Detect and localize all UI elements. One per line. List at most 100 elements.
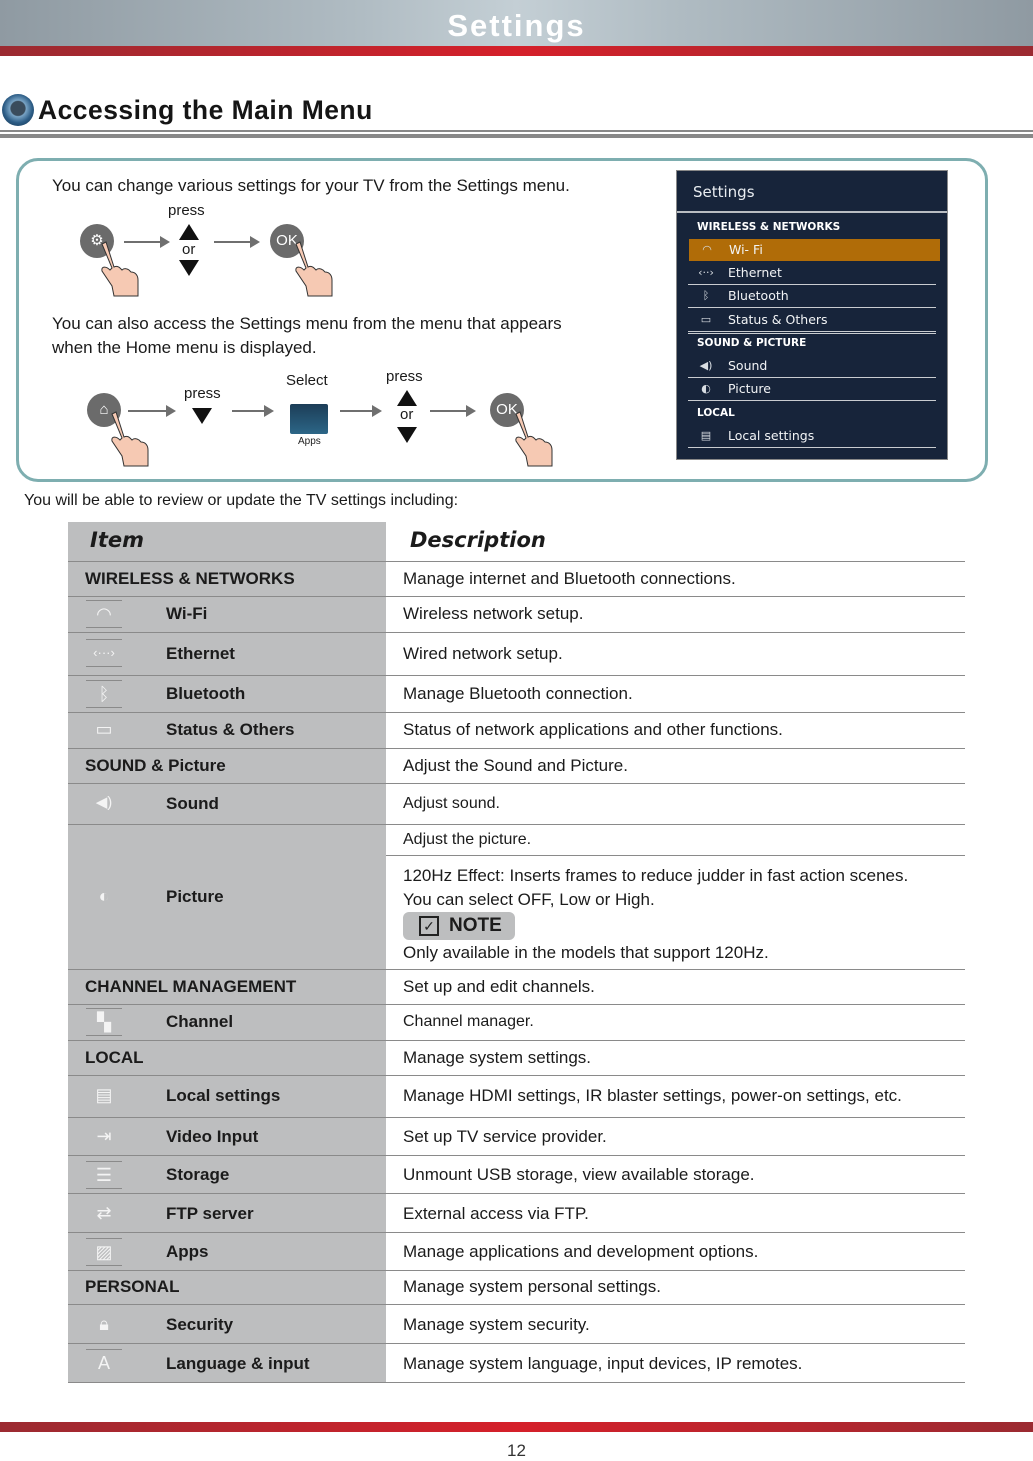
row-inner-rule: [386, 855, 965, 856]
tv-item-wifi[interactable]: ◠ Wi- Fi: [689, 239, 940, 261]
tv-item-status-others[interactable]: ▭ Status & Others: [688, 309, 936, 332]
table-row: ☰ Storage Unmount USB storage, view avai…: [68, 1156, 965, 1194]
row-desc: Manage system settings.: [403, 1048, 592, 1067]
header-item: Item: [90, 528, 144, 552]
row-item: Sound: [166, 794, 219, 813]
or-label: or: [400, 406, 414, 423]
pointing-hand-icon: [295, 241, 333, 297]
row-item: Status & Others: [166, 720, 295, 739]
pointing-hand-icon: [515, 411, 553, 467]
flow-arrow: [128, 405, 176, 417]
up-arrow-icon: [179, 224, 199, 240]
tv-item-label: Wi- Fi: [729, 242, 763, 257]
header-description: Description: [410, 528, 546, 552]
row-desc: Manage system security.: [403, 1315, 590, 1334]
table-row: ‹···› Ethernet Wired network setup.: [68, 633, 965, 676]
note-label: NOTE: [449, 915, 502, 936]
picture-icon: ◐: [98, 886, 110, 906]
row-item: CHANNEL MANAGEMENT: [85, 977, 297, 996]
tv-item-label: Picture: [728, 381, 771, 396]
table-row: A Language & input Manage system languag…: [68, 1344, 965, 1383]
table-row: ▭ Status & Others Status of network appl…: [68, 713, 965, 749]
row-desc: Manage internet and Bluetooth connection…: [403, 569, 736, 588]
row-item: PERSONAL: [85, 1277, 180, 1296]
row-item: Picture: [166, 887, 224, 906]
pointing-hand-icon: [111, 411, 149, 467]
row-item: Language & input: [166, 1354, 310, 1373]
down-arrow-icon: [179, 260, 199, 276]
apps-icon: ▨: [86, 1238, 122, 1266]
tv-section-sound-picture: SOUND & PICTURE: [697, 337, 807, 349]
local-settings-icon: ▤: [700, 429, 712, 442]
intro-line-2: You can also access the Settings menu fr…: [52, 314, 562, 333]
bluetooth-icon: ᛒ: [702, 289, 710, 302]
row-desc: Channel manager.: [403, 1013, 534, 1030]
tv-settings-menu: Settings WIRELESS & NETWORKS ◠ Wi- Fi ‹·…: [676, 170, 948, 460]
tv-item-label: Status & Others: [728, 312, 828, 327]
row-item: Security: [166, 1315, 234, 1334]
row-desc: Manage applications and development opti…: [403, 1242, 759, 1261]
row-desc: Set up TV service provider.: [403, 1127, 607, 1146]
tv-section-rule: [688, 333, 936, 334]
pointing-hand-icon: [101, 241, 139, 297]
row-desc: Manage system language, input devices, I…: [403, 1354, 803, 1373]
local-settings-icon: ▤: [95, 1085, 113, 1105]
table-row-category: PERSONAL Manage system personal settings…: [68, 1271, 965, 1305]
row-item: WIRELESS & NETWORKS: [85, 569, 295, 588]
table-row: ⇥ Video Input Set up TV service provider…: [68, 1118, 965, 1156]
intro-line-3: when the Home menu is displayed.: [52, 338, 317, 357]
status-icon: ▭: [95, 719, 113, 739]
row-item: FTP server: [166, 1204, 254, 1223]
tv-menu-title: Settings: [693, 183, 755, 201]
tv-section-local: LOCAL: [697, 407, 735, 419]
or-label: or: [182, 241, 196, 258]
row-desc: Set up and edit channels.: [403, 977, 595, 996]
picture-icon: ◐: [701, 382, 711, 395]
row-item: Bluetooth: [166, 684, 246, 703]
video-input-icon: ⇥: [96, 1126, 112, 1146]
row-desc: Adjust the picture.: [403, 831, 532, 848]
table-row: ▤ Local settings Manage HDMI settings, I…: [68, 1076, 965, 1118]
table-row: ⇄ FTP server External access via FTP.: [68, 1194, 965, 1233]
tv-item-picture[interactable]: ◐ Picture: [688, 378, 936, 401]
tv-item-sound[interactable]: ◀) Sound: [688, 355, 936, 378]
lock-icon: 🔒︎: [99, 1314, 109, 1334]
tv-item-local-settings[interactable]: ▤ Local settings: [688, 425, 936, 448]
section-rule: [0, 134, 1033, 138]
language-icon: A: [86, 1349, 122, 1376]
table-row-category: WIRELESS & NETWORKS Manage internet and …: [68, 562, 965, 597]
table-row: ◀) Sound Adjust sound.: [68, 784, 965, 825]
down-arrow-icon: [192, 408, 212, 424]
table-row: 🔒︎ Security Manage system security.: [68, 1305, 965, 1344]
row-item: LOCAL: [85, 1048, 144, 1067]
row-item: Video Input: [166, 1127, 259, 1146]
press-label: press: [168, 202, 205, 219]
table-row: ▨ Apps Manage applications and developme…: [68, 1233, 965, 1271]
page-number: 12: [507, 1441, 526, 1460]
flow-arrow: [214, 236, 260, 248]
press-label: press: [386, 368, 423, 385]
tv-item-label: Bluetooth: [728, 288, 789, 303]
flow-arrow: [430, 405, 476, 417]
table-row: ᛒ Bluetooth Manage Bluetooth connection.: [68, 676, 965, 713]
status-icon: ▭: [700, 313, 712, 326]
tv-item-ethernet[interactable]: ‹··› Ethernet: [688, 262, 936, 285]
row-item: Local settings: [166, 1086, 281, 1105]
row-item: SOUND & Picture: [85, 756, 226, 775]
table-header-row: Item Description: [68, 522, 965, 562]
table-row-category: LOCAL Manage system settings.: [68, 1041, 965, 1076]
table-row: ◠ Wi-Fi Wireless network setup.: [68, 597, 965, 633]
wifi-icon: ◠: [86, 600, 122, 628]
row-item: Storage: [166, 1165, 230, 1184]
ethernet-icon: ‹··›: [698, 266, 714, 279]
row-desc: Wired network setup.: [403, 644, 563, 663]
up-arrow-icon: [397, 390, 417, 406]
bluetooth-icon: ᛒ: [86, 680, 122, 708]
row-item: Apps: [166, 1242, 209, 1261]
banner-accent-bar: [0, 46, 1033, 56]
wifi-icon: ◠: [702, 243, 712, 256]
row-desc: Manage system personal settings.: [403, 1277, 661, 1296]
tv-item-bluetooth[interactable]: ᛒ Bluetooth: [688, 285, 936, 308]
select-label: Select: [286, 372, 328, 389]
banner-title: Settings: [447, 8, 586, 43]
